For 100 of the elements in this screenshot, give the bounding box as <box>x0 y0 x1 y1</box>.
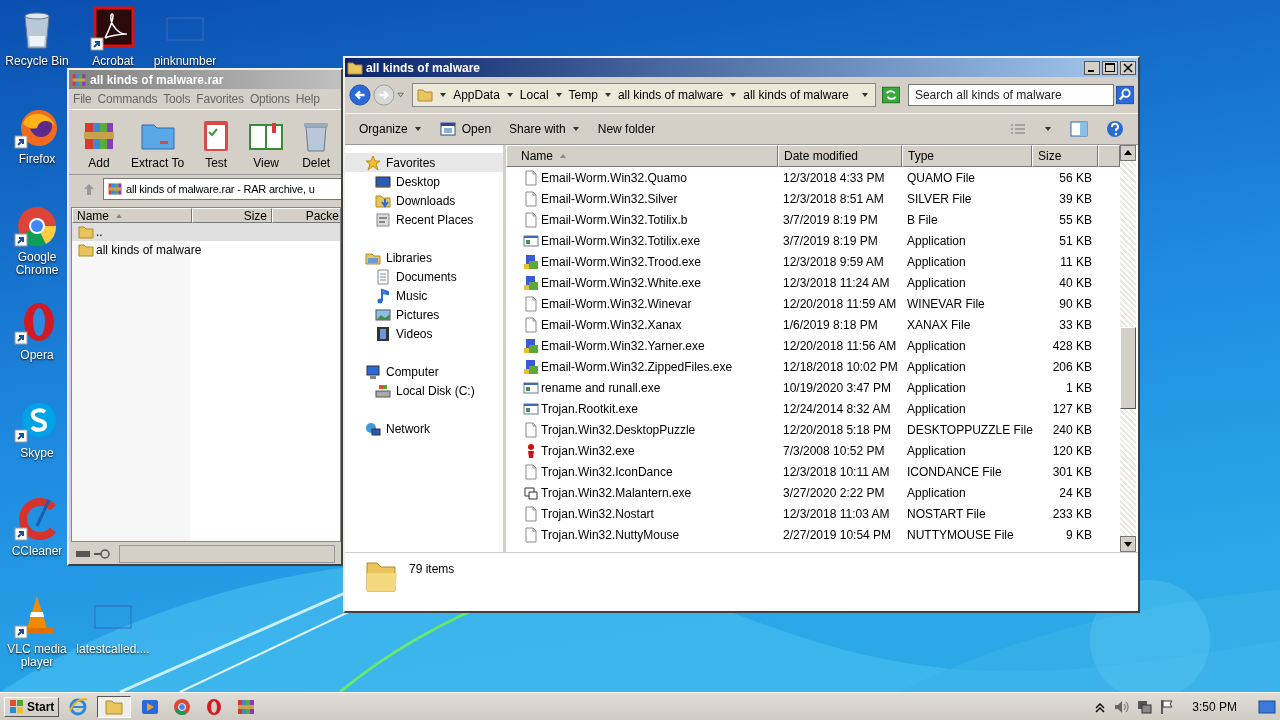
window-icon <box>523 379 539 396</box>
breadcrumb-item[interactable]: Temp <box>568 88 598 102</box>
scrollbar-thumb[interactable] <box>1120 327 1136 409</box>
menu-item[interactable]: Tools <box>163 92 191 106</box>
chevron-icon <box>729 91 738 99</box>
file-name[interactable]: Email-Worm.Win32.Totilix.b <box>541 212 688 227</box>
modified-date: 2/27/2019 10:54 PM <box>782 527 893 542</box>
nav-item[interactable]: Music <box>345 286 503 305</box>
column-header[interactable]: Type <box>902 145 1032 167</box>
toolbar-button[interactable]: Extract To <box>131 117 185 170</box>
file-type: SILVER File <box>906 191 973 206</box>
maximize-button[interactable] <box>1102 60 1118 75</box>
file-name[interactable]: rename and runall.exe <box>541 380 661 395</box>
help-icon[interactable] <box>1106 120 1124 138</box>
nav-item[interactable]: Recent Places <box>345 210 503 229</box>
breadcrumb-item[interactable]: all kinds of malware <box>743 88 849 102</box>
minimize-button[interactable] <box>1084 60 1100 75</box>
toolbar-button[interactable]: Organize <box>359 122 422 136</box>
file-name[interactable]: Trojan.Rootkit.exe <box>541 401 638 416</box>
file-name[interactable]: Email-Worm.Win32.White.exe <box>541 275 701 290</box>
file-name[interactable]: Trojan.Win32.Malantern.exe <box>541 485 692 500</box>
flag-icon[interactable] <box>1159 698 1176 715</box>
breadcrumb-item[interactable]: AppData <box>453 88 500 102</box>
file-name[interactable]: Email-Worm.Win32.Yarner.exe <box>541 338 705 353</box>
list-row[interactable]: all kinds of malware <box>72 241 340 259</box>
nav-item[interactable]: Computer <box>345 362 503 381</box>
app-icon[interactable] <box>89 6 137 54</box>
preview-pane-icon[interactable] <box>1070 121 1088 137</box>
menu-item[interactable]: Commands <box>97 92 158 106</box>
menu-item[interactable]: Options <box>249 92 290 106</box>
file-name[interactable]: Trojan.Win32.NuttyMouse <box>541 527 680 542</box>
menu-item[interactable]: Help <box>295 92 320 106</box>
toolbar-button[interactable]: Delet <box>298 117 335 170</box>
file-size: 240 KB <box>1051 422 1093 437</box>
file-type: XANAX File <box>906 317 972 332</box>
back-button[interactable] <box>349 83 371 107</box>
file-name[interactable]: Email-Worm.Win32.Quamo <box>541 170 687 185</box>
caret-icon[interactable] <box>1044 125 1052 133</box>
clock[interactable]: 3:50 PM <box>1192 699 1237 714</box>
menu-item[interactable]: Favorites <box>196 92 244 106</box>
file-name[interactable]: Email-Worm.Win32.Totilix.exe <box>541 233 701 248</box>
toolbar-button[interactable]: Share with <box>509 122 580 136</box>
window-icon <box>523 400 539 417</box>
file-type: Application <box>906 359 967 374</box>
column-header[interactable]: Name <box>506 145 778 167</box>
scroll-down-button[interactable] <box>1120 536 1136 552</box>
file-name[interactable]: Email-Worm.Win32.ZippedFiles.exe <box>541 359 733 374</box>
search-button[interactable] <box>1115 85 1134 105</box>
list-row[interactable]: .. <box>72 223 340 241</box>
file-name[interactable]: Email-Worm.Win32.Trood.exe <box>541 254 702 269</box>
nav-item[interactable]: Favorites <box>345 153 503 172</box>
chevron-icon <box>554 91 563 99</box>
file-name[interactable]: Trojan.Win32.DesktopPuzzle <box>541 422 696 437</box>
nav-item[interactable]: Libraries <box>345 248 503 267</box>
frame-icon <box>523 484 539 501</box>
dropdown-caret-icon[interactable] <box>396 91 405 99</box>
toolbar-button[interactable]: New folder <box>597 122 656 136</box>
file-name[interactable]: Email-Worm.Win32.Silver <box>541 191 678 206</box>
refresh-button[interactable] <box>881 86 900 104</box>
toolbar-button[interactable]: Add <box>81 117 117 170</box>
toolbar-button[interactable]: Test <box>198 117 235 170</box>
scroll-up-button[interactable] <box>1120 145 1136 161</box>
modified-date: 12/3/2018 8:51 AM <box>782 191 885 206</box>
breadcrumb-item[interactable]: all kinds of malware <box>617 88 724 102</box>
file-icon <box>523 169 539 186</box>
column-header[interactable]: Name <box>72 208 192 223</box>
nav-item[interactable]: Desktop <box>345 172 503 191</box>
network-icon[interactable] <box>1136 698 1153 715</box>
toolbar-button[interactable]: Open <box>439 121 492 137</box>
menu-item[interactable]: File <box>73 92 92 106</box>
file-name[interactable]: Trojan.Win32.Nostart <box>541 506 654 521</box>
nav-item[interactable]: Local Disk (C:) <box>345 381 503 400</box>
nav-item[interactable]: Downloads <box>345 191 503 210</box>
toolbar-button[interactable]: View <box>248 117 285 170</box>
start-button[interactable]: Start <box>4 696 60 717</box>
path-field[interactable]: all kinds of malware.rar - RAR archive, u <box>103 178 341 200</box>
modified-date: 12/20/2018 11:56 AM <box>782 338 898 353</box>
nav-item[interactable]: Pictures <box>345 305 503 324</box>
nav-item[interactable]: Network <box>345 419 503 438</box>
search-field[interactable]: Search all kinds of malware <box>907 84 1114 106</box>
window-icon <box>523 232 539 249</box>
column-header[interactable]: Packe <box>272 208 340 223</box>
column-header[interactable]: Size <box>192 208 272 223</box>
taskbar-button[interactable] <box>97 695 132 718</box>
nav-item[interactable]: Videos <box>345 324 503 343</box>
nav-item[interactable]: Documents <box>345 267 503 286</box>
column-header[interactable]: Size <box>1032 145 1098 167</box>
file-type: NUTTYMOUSE File <box>906 527 1015 542</box>
file-name[interactable]: Trojan.Win32.IconDance <box>541 464 673 479</box>
file-name[interactable]: Email-Worm.Win32.Xanax <box>541 317 682 332</box>
file-name[interactable]: Email-Worm.Win32.Winevar <box>541 296 692 311</box>
show-desktop-button[interactable] <box>1258 697 1276 716</box>
close-button[interactable] <box>1120 60 1136 75</box>
breadcrumb-item[interactable]: Local <box>519 88 549 102</box>
file-size: 33 KB <box>1058 317 1093 332</box>
file-name[interactable]: Trojan.Win32.exe <box>541 443 635 458</box>
column-header[interactable]: Date modified <box>778 145 902 167</box>
file-type: ICONDANCE File <box>906 464 1003 479</box>
modified-date: 12/20/2018 11:59 AM <box>782 296 898 311</box>
address-bar[interactable]: AppData Local Temp all kinds of malware all kinds of malware <box>412 83 876 107</box>
